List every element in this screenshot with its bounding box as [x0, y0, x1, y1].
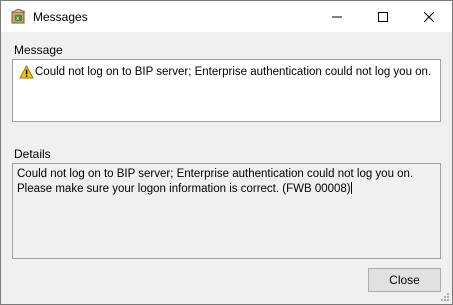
title-bar[interactable]: x Messages [1, 1, 452, 32]
message-box[interactable]: Could not log on to BIP server; Enterpri… [12, 59, 441, 122]
maximize-button[interactable] [360, 1, 406, 32]
message-label: Message [14, 43, 63, 57]
text-cursor [350, 181, 352, 194]
close-window-button[interactable] [406, 1, 452, 32]
resize-grip-icon[interactable] [440, 292, 450, 302]
messages-dialog: x Messages Message Could not log on to B… [0, 0, 453, 305]
warning-icon [19, 65, 34, 79]
details-label: Details [14, 147, 51, 161]
message-text: Could not log on to BIP server; Enterpri… [35, 66, 434, 78]
details-textarea[interactable]: Could not log on to BIP server; Enterpri… [12, 163, 441, 259]
close-button[interactable]: Close [368, 268, 441, 292]
message-row: Could not log on to BIP server; Enterpri… [19, 65, 434, 79]
svg-text:x: x [16, 15, 20, 22]
app-package-icon: x [11, 9, 26, 24]
details-content: Could not log on to BIP server; Enterpri… [17, 168, 435, 196]
close-icon [424, 11, 434, 22]
window-title: Messages [33, 10, 88, 24]
details-text: Could not log on to BIP server; Enterpri… [17, 168, 414, 195]
maximize-icon [378, 11, 388, 22]
minimize-icon [332, 16, 342, 17]
minimize-button[interactable] [314, 1, 360, 32]
